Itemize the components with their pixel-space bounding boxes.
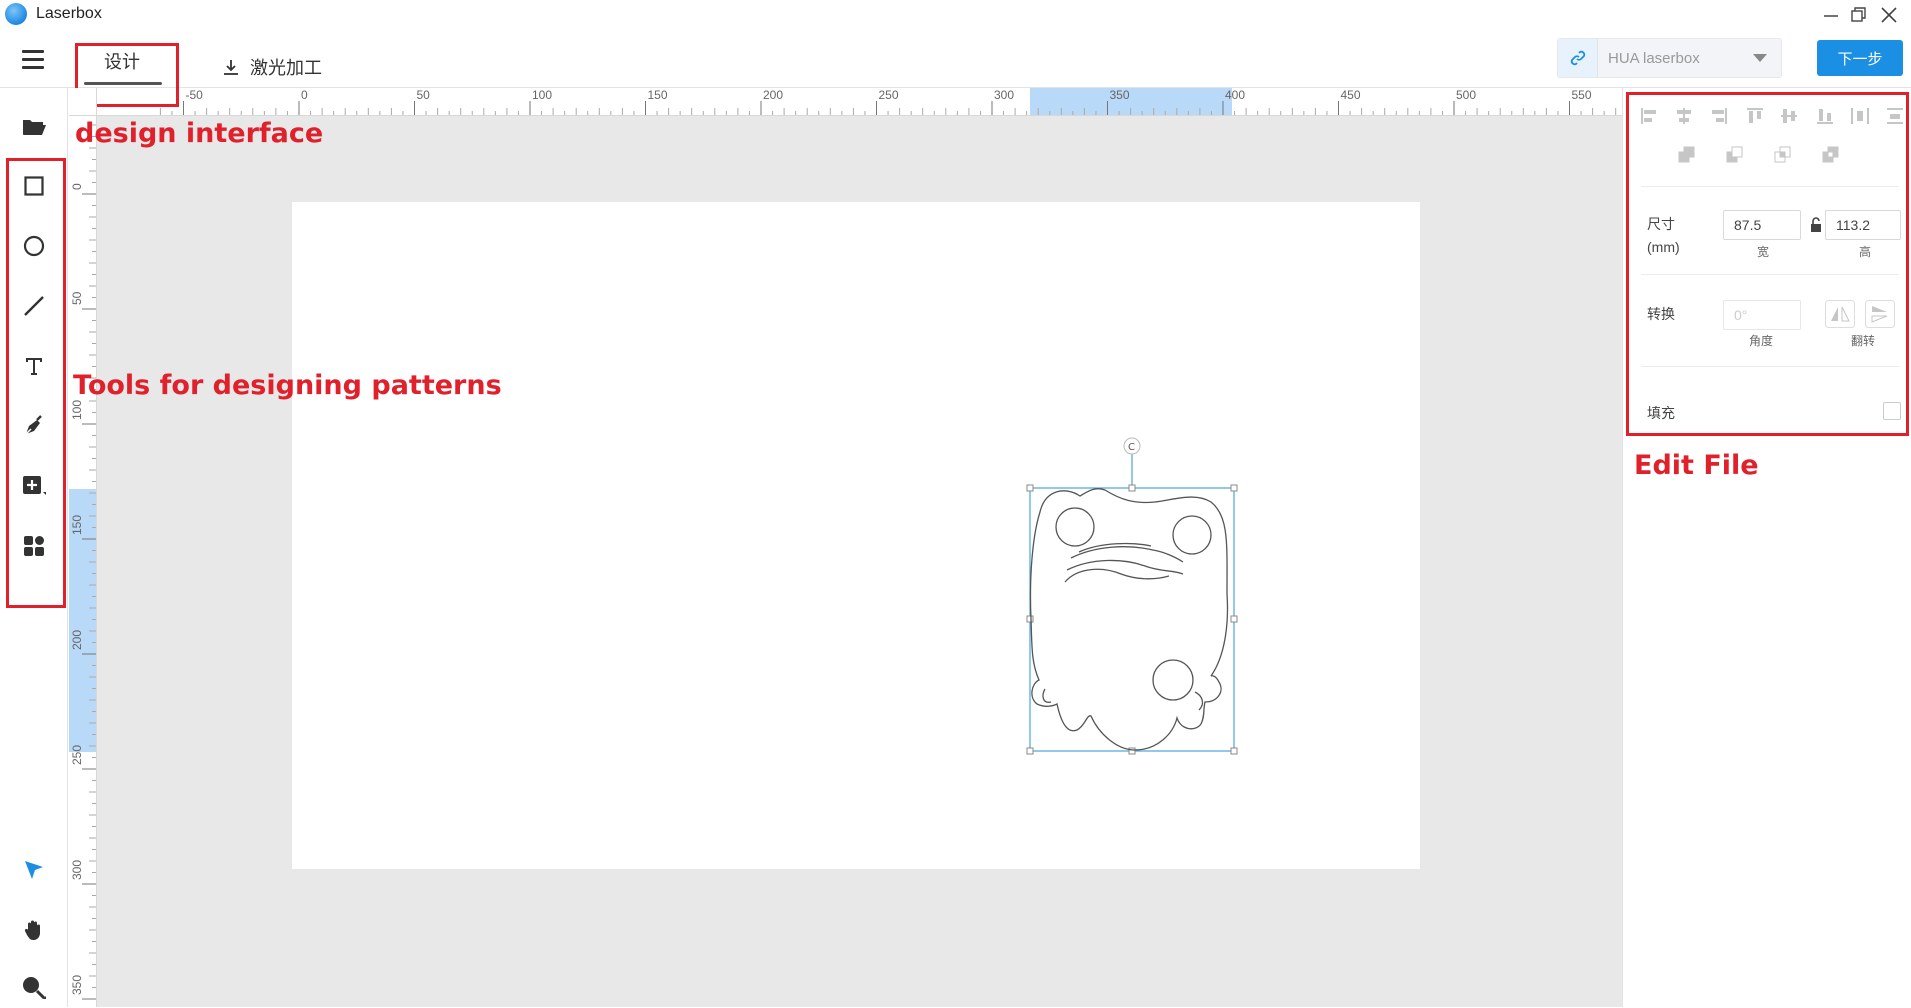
ruler-label: -50 bbox=[185, 88, 203, 102]
app-logo-icon bbox=[5, 3, 27, 25]
title-bar: Laserbox bbox=[0, 0, 1911, 30]
restore-icon[interactable] bbox=[1846, 2, 1872, 28]
hand-pan-icon[interactable] bbox=[14, 910, 54, 950]
ruler-label: 500 bbox=[1456, 88, 1477, 102]
ruler-label: 0 bbox=[301, 88, 308, 102]
ruler-label: 200 bbox=[70, 629, 84, 650]
ruler-label: 400 bbox=[1225, 88, 1246, 102]
annotation-design-interface: design interface bbox=[75, 118, 324, 149]
ruler-label: 350 bbox=[70, 974, 84, 995]
selected-frog-design[interactable]: C bbox=[1005, 434, 1245, 774]
ruler-label: 550 bbox=[1571, 88, 1592, 102]
ruler-label: 300 bbox=[70, 859, 84, 880]
annotation-box-left-tools bbox=[6, 158, 66, 608]
hamburger-menu-icon[interactable] bbox=[18, 44, 48, 74]
ruler-label: 250 bbox=[878, 88, 899, 102]
device-name: HUA laserbox bbox=[1608, 49, 1700, 67]
ruler-label: 100 bbox=[70, 399, 84, 420]
ruler-label: 200 bbox=[763, 88, 784, 102]
ruler-label: 100 bbox=[532, 88, 553, 102]
ruler-label: 250 bbox=[70, 744, 84, 765]
ruler-label: 450 bbox=[1340, 88, 1361, 102]
tab-laser-label: 激光加工 bbox=[250, 58, 322, 78]
artboard[interactable] bbox=[292, 202, 1420, 869]
link-icon bbox=[1558, 39, 1598, 77]
ruler-label: 0 bbox=[70, 183, 84, 190]
ruler-label: 150 bbox=[70, 514, 84, 535]
next-step-button[interactable]: 下一步 bbox=[1817, 40, 1903, 76]
ruler-label: 150 bbox=[647, 88, 668, 102]
annotation-edit-file: Edit File bbox=[1634, 450, 1759, 481]
ruler-corner bbox=[69, 88, 97, 116]
ruler-vertical[interactable]: 0 50 100 150 200 250 300 350 bbox=[69, 116, 97, 1007]
ruler-label: 50 bbox=[70, 291, 84, 305]
svg-text:C: C bbox=[1128, 442, 1135, 453]
download-icon bbox=[224, 60, 238, 75]
annotation-box-edit-panel bbox=[1626, 92, 1909, 436]
ruler-label: 350 bbox=[1109, 88, 1130, 102]
resize-handles[interactable] bbox=[1026, 484, 1238, 755]
ruler-label: 50 bbox=[416, 88, 430, 102]
annotation-tools: Tools for designing patterns bbox=[73, 370, 502, 401]
chevron-down-icon bbox=[1753, 54, 1767, 62]
folder-open-icon[interactable] bbox=[14, 106, 54, 146]
device-select[interactable]: HUA laserbox bbox=[1557, 38, 1782, 78]
design-canvas[interactable]: C bbox=[97, 116, 1622, 1007]
close-icon[interactable] bbox=[1876, 2, 1902, 28]
minimize-icon[interactable] bbox=[1818, 2, 1844, 28]
top-toolbar: 设计 激光加工 HUA laserbox 下一步 bbox=[0, 30, 1911, 88]
frog-outline bbox=[1029, 488, 1229, 751]
ruler-label: 300 bbox=[994, 88, 1015, 102]
ruler-horizontal[interactable]: -50 0 50 100 150 200 250 300 350 400 450 500 550 bbox=[69, 88, 1622, 116]
app-title: Laserbox bbox=[36, 5, 102, 22]
tab-laser-processing[interactable]: 激光加工 bbox=[222, 52, 322, 82]
select-pointer-icon[interactable] bbox=[14, 850, 54, 890]
zoom-icon[interactable] bbox=[14, 968, 54, 1008]
